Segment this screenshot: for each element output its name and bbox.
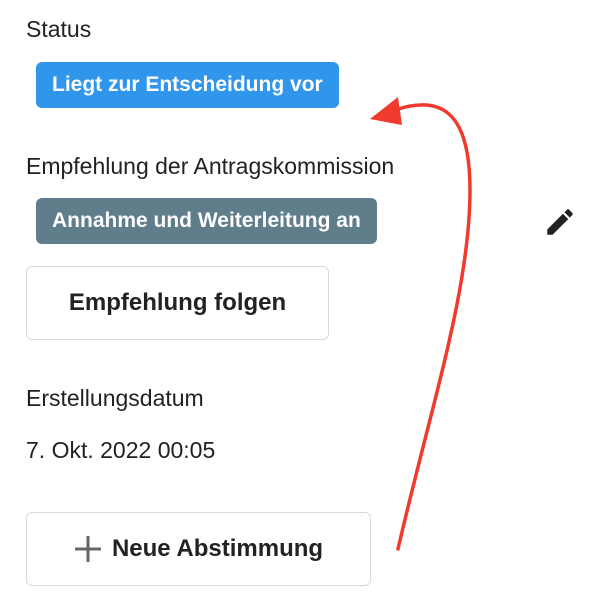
plus-icon — [74, 536, 101, 562]
status-badge: Liegt zur Entscheidung vor — [36, 62, 339, 108]
creation-date-label: Erstellungsdatum — [26, 385, 204, 411]
follow-recommendation-button[interactable]: Empfehlung folgen — [26, 266, 329, 340]
creation-date-value: 7. Okt. 2022 00:05 — [26, 437, 216, 463]
new-vote-button[interactable]: Neue Abstimmung — [26, 512, 371, 586]
follow-recommendation-label: Empfehlung folgen — [68, 289, 287, 316]
status-label: Status — [26, 16, 92, 42]
recommendation-label: Empfehlung der Antragskommission — [26, 153, 395, 179]
new-vote-label: Neue Abstimmung — [111, 535, 324, 562]
annotation-arrow-line — [393, 103, 472, 551]
annotation-arrow-head — [370, 97, 402, 125]
pencil-icon[interactable] — [543, 205, 577, 239]
recommendation-badge: Annahme und Weiterleitung an — [36, 198, 377, 244]
